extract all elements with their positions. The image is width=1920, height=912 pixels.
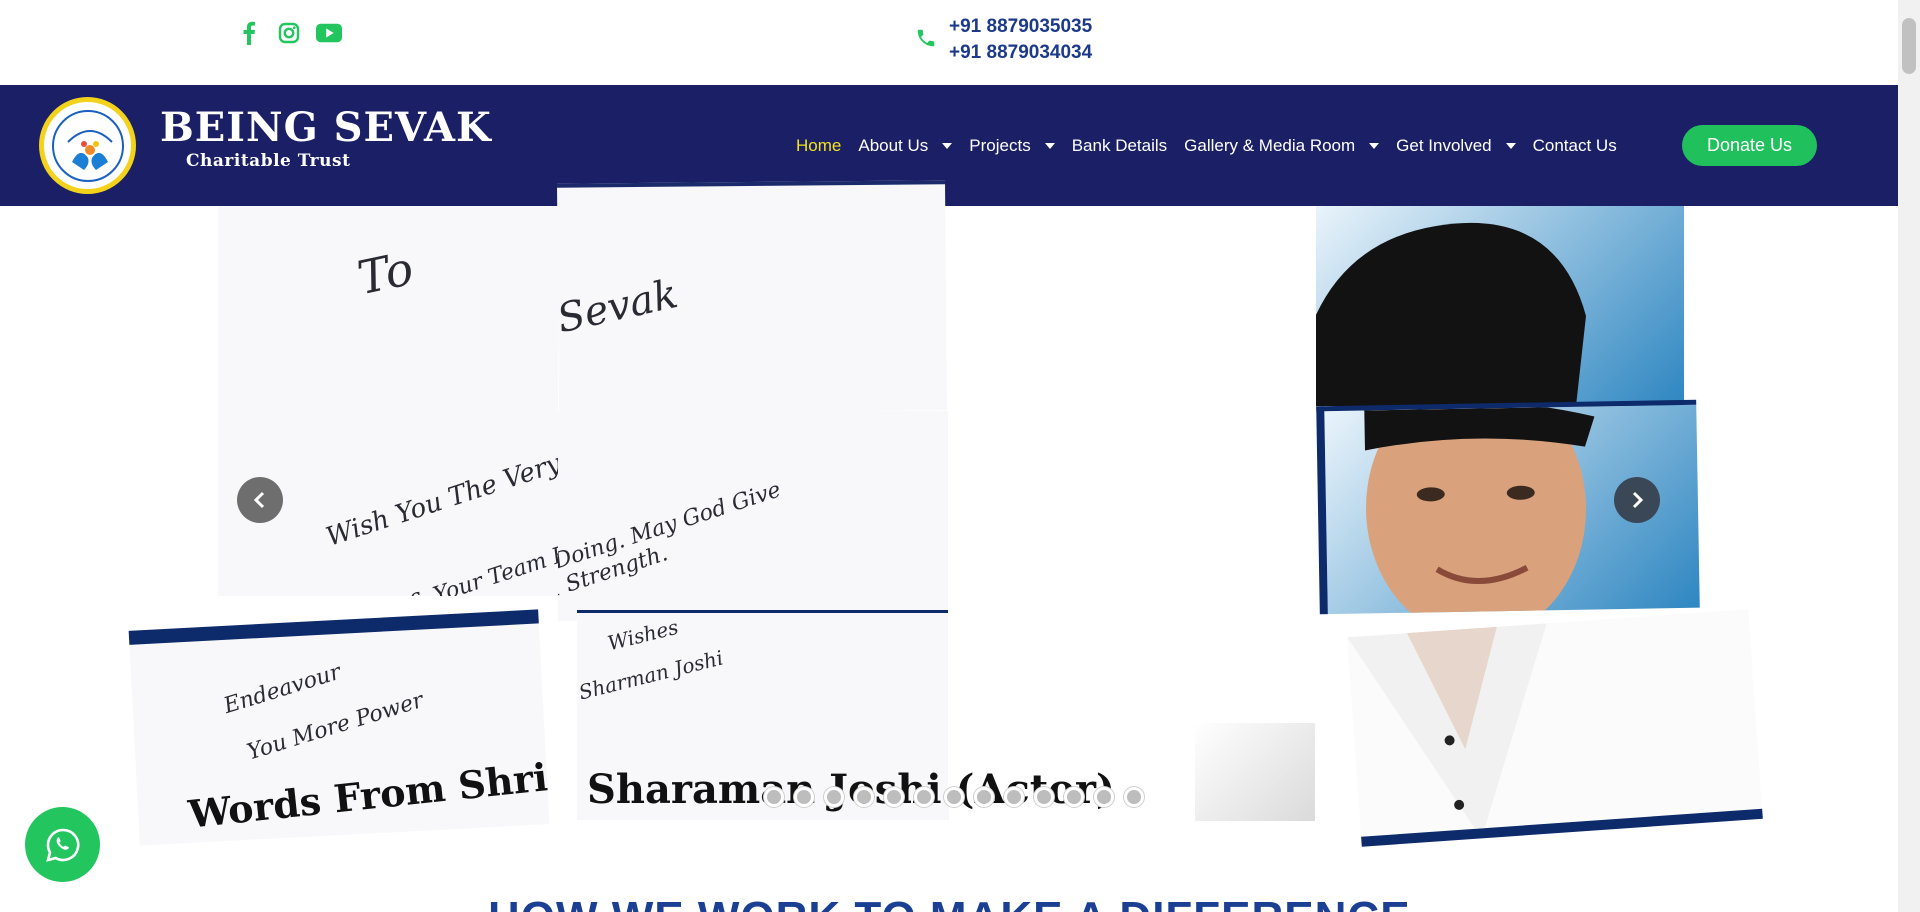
letter-line: Wish You The Very Best And xyxy=(322,409,558,553)
letter-line: To xyxy=(352,240,418,306)
slider-dot[interactable] xyxy=(1034,787,1054,807)
logo[interactable] xyxy=(39,97,136,194)
nav-item-gallery[interactable]: Gallery & Media Room xyxy=(1184,135,1380,156)
top-bar: +91 8879035035 +91 8879034034 xyxy=(0,0,1898,85)
letter-line: Wishes xyxy=(605,614,681,656)
nav-item-label: Bank Details xyxy=(1071,135,1168,155)
nav-item-projects[interactable]: Projects xyxy=(969,135,1055,156)
letter-line: Sharman Joshi xyxy=(577,645,726,705)
slider-dot[interactable] xyxy=(794,787,814,807)
slide-caption-left: Words From Shri. xyxy=(186,752,550,837)
slide-photo-panel-1 xyxy=(1316,206,1684,406)
nav-item-label: Contact Us xyxy=(1532,135,1617,155)
nav-item-label: Get Involved xyxy=(1396,135,1492,155)
portrait-hair xyxy=(1316,222,1586,406)
slider-dot[interactable] xyxy=(1094,787,1114,807)
nav-item-home[interactable]: Home xyxy=(796,136,841,156)
section-heading: HOW WE WORK TO MAKE A DIFFERENCE xyxy=(488,893,1411,912)
slider-dot[interactable] xyxy=(764,787,784,807)
slider-next-button[interactable] xyxy=(1614,477,1660,523)
slider-dot[interactable] xyxy=(854,787,874,807)
slider-dot[interactable] xyxy=(1064,787,1084,807)
slide-letter-panel-2: Being Sevak xyxy=(557,180,947,414)
whatsapp-button[interactable] xyxy=(25,807,100,882)
nav-item-get-involved[interactable]: Get Involved xyxy=(1396,135,1516,156)
slide-photo-panel-4 xyxy=(1195,723,1315,821)
nav-item-bank-details[interactable]: Bank Details xyxy=(1072,136,1167,156)
slider-dot[interactable] xyxy=(944,787,964,807)
slider-dot[interactable] xyxy=(1124,787,1144,807)
youtube-icon[interactable] xyxy=(316,20,342,46)
phone-number-1[interactable]: +91 8879035035 xyxy=(949,16,1092,38)
brand-name: BEING SEVAK xyxy=(160,104,492,151)
scrollbar-thumb[interactable] xyxy=(1902,18,1916,74)
slider-dot[interactable] xyxy=(884,787,904,807)
nav-item-label: Home xyxy=(796,135,842,155)
logo-emblem xyxy=(51,109,124,182)
caret-down-icon xyxy=(1044,142,1055,149)
donate-button[interactable]: Donate Us xyxy=(1682,125,1817,166)
slider-prev-button[interactable] xyxy=(237,477,283,523)
caret-down-icon xyxy=(942,142,953,149)
brand[interactable]: BEING SEVAK Charitable Trust xyxy=(160,104,492,172)
nav-item-label: About Us xyxy=(858,135,929,155)
slide-photo-panel-3 xyxy=(1347,609,1763,847)
hero-slider: To Wish You The Very Best And Salute You… xyxy=(0,180,1898,873)
page: +91 8879035035 +91 8879034034 BEING SEVA… xyxy=(0,0,1920,912)
social-links xyxy=(236,20,342,46)
slide-letter-panel-6 xyxy=(948,206,1316,796)
phone-number-2[interactable]: +91 8879034034 xyxy=(949,42,1092,64)
brand-subtitle: Charitable Trust xyxy=(186,151,351,171)
facebook-icon[interactable] xyxy=(236,20,262,46)
phone-contact: +91 8879035035 +91 8879034034 xyxy=(915,16,1092,64)
nav-item-label: Gallery & Media Room xyxy=(1184,135,1356,155)
chevron-right-icon xyxy=(1632,491,1644,509)
whatsapp-icon xyxy=(45,828,79,862)
page-scrollbar[interactable] xyxy=(1898,0,1920,912)
portrait-shirt xyxy=(1347,623,1547,839)
slider-dot[interactable] xyxy=(974,787,994,807)
slider-dot[interactable] xyxy=(914,787,934,807)
slider-dot[interactable] xyxy=(824,787,844,807)
phone-icon xyxy=(915,27,937,54)
instagram-icon[interactable] xyxy=(276,20,302,46)
nav-item-label: Projects xyxy=(969,135,1031,155)
slide-letter-panel-1: To Wish You The Very Best And Salute You… xyxy=(218,206,558,596)
slider-dot[interactable] xyxy=(1004,787,1024,807)
caret-down-icon xyxy=(1505,142,1516,149)
chevron-left-icon xyxy=(253,491,265,509)
slide-letter-panel-4: Endeavour You More Power Words From Shri… xyxy=(128,609,550,846)
letter-line: Endeavour xyxy=(220,659,344,720)
nav-item-contact-us[interactable]: Contact Us xyxy=(1533,136,1617,156)
caret-down-icon xyxy=(1369,142,1380,149)
slider-pagination xyxy=(764,787,1144,807)
slide-letter-panel-3: You'll Are Doing. May God Give & Strengt… xyxy=(558,411,948,621)
letter-line: Being Sevak xyxy=(557,271,682,370)
nav-item-about-us[interactable]: About Us xyxy=(858,135,953,156)
